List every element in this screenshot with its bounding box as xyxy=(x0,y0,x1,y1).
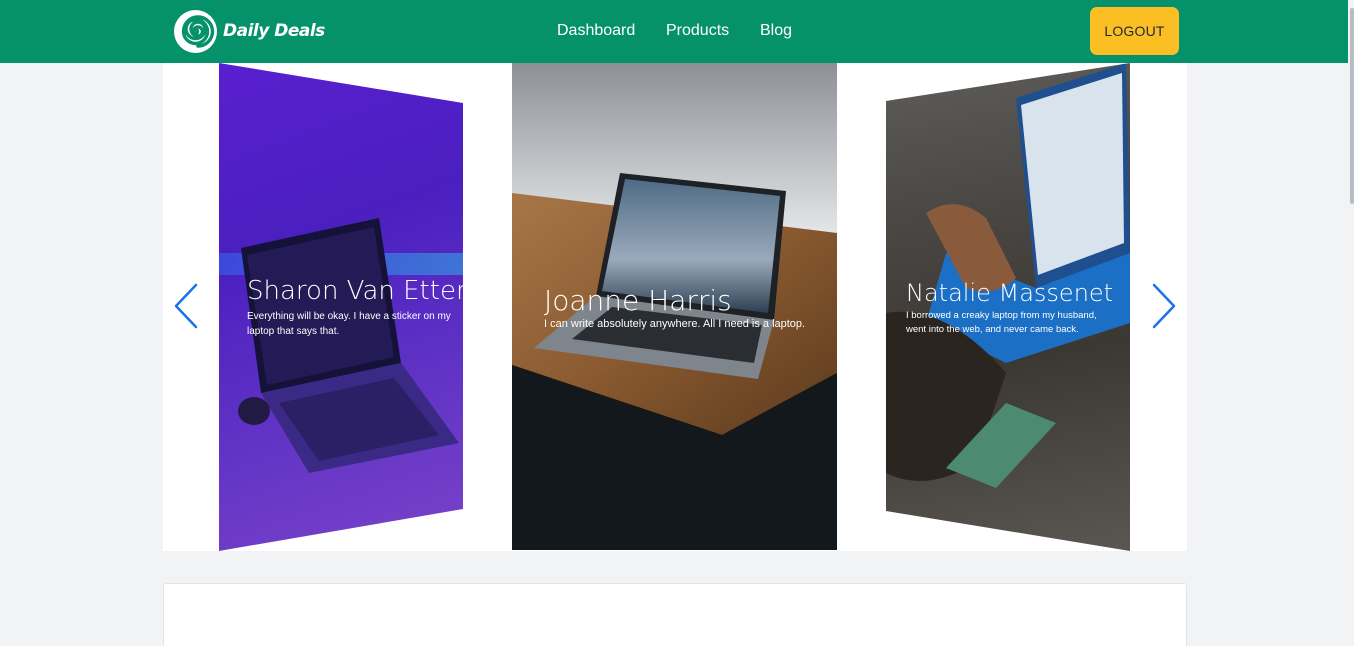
nav-link-blog[interactable]: Blog xyxy=(760,22,792,40)
slide-caption: I borrowed a creaky laptop from my husba… xyxy=(906,310,1097,335)
laptop-photo-couch xyxy=(886,63,1130,488)
scrollbar-thumb[interactable] xyxy=(1350,8,1354,204)
nav-link-dashboard[interactable]: Dashboard xyxy=(557,22,635,40)
slide-title: Joanne Harris xyxy=(544,284,732,317)
hero-carousel: Sharon Van Etten Everything will be okay… xyxy=(163,63,1187,551)
carousel-slide-left[interactable]: Sharon Van Etten Everything will be okay… xyxy=(219,63,463,551)
carousel-slide-right[interactable]: Natalie Massenet I borrowed a creaky lap… xyxy=(886,63,1130,551)
content-card xyxy=(163,583,1187,646)
nav-link-products[interactable]: Products xyxy=(666,22,729,40)
navbar: Daily Deals Dashboard Products Blog LOGO… xyxy=(0,0,1354,63)
carousel-next-button[interactable] xyxy=(1148,283,1178,329)
chevron-left-icon xyxy=(174,283,198,329)
carousel-slide-active[interactable]: Joanne Harris I can write absolutely any… xyxy=(512,63,837,550)
laptop-photo-purple xyxy=(219,218,463,473)
carousel-prev-button[interactable] xyxy=(172,283,202,329)
logo-icon[interactable] xyxy=(174,10,217,53)
slide-title: Natalie Massenet xyxy=(906,279,1114,307)
logout-button[interactable]: LOGOUT xyxy=(1090,7,1179,55)
slide-caption: I can write absolutely anywhere. All I n… xyxy=(544,318,806,330)
chevron-right-icon xyxy=(1152,283,1176,329)
page-scrollbar[interactable] xyxy=(1348,0,1354,646)
slide-title: Sharon Van Etten xyxy=(247,276,463,306)
brand-name[interactable]: Daily Deals xyxy=(223,21,325,41)
slide-caption: Everything will be okay. I have a sticke… xyxy=(247,311,451,337)
